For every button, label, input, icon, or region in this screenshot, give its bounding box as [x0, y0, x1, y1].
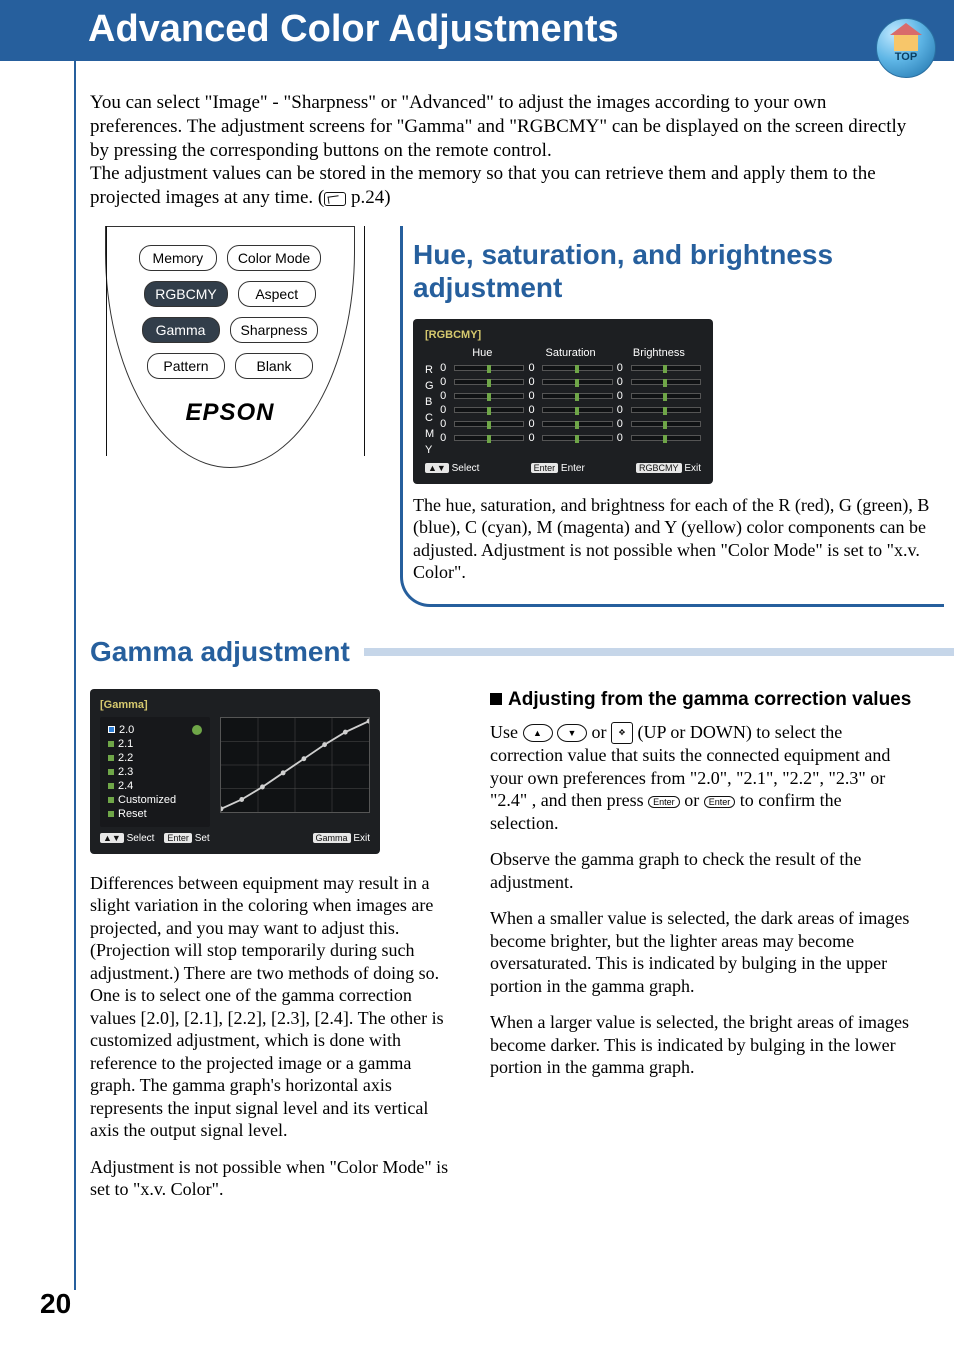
- gamma-osd-title: [Gamma]: [100, 699, 370, 711]
- rgbcmy-osd-title: [RGBCMY]: [425, 329, 701, 341]
- osd-col-bri: Brightness 0 0 0 0 0 0: [617, 347, 701, 457]
- home-icon: [894, 33, 918, 51]
- down-oval-icon: ▼: [557, 724, 587, 742]
- gamma-right-p3: When a smaller value is selected, the da…: [490, 907, 914, 997]
- gamma-osd-list: 2.0 2.1 2.2 2.3 2.4 Customized Reset: [100, 717, 210, 827]
- hue-text: The hue, saturation, and brightness for …: [413, 494, 938, 584]
- rgbcmy-osd: [RGBCMY] R G B C M Y Hue: [413, 319, 713, 484]
- gamma-osd-footer: ▲▼ Select Enter Set Gamma Exit: [100, 833, 370, 844]
- remote-btn-gamma: Gamma: [142, 317, 220, 343]
- gamma-section-title: Gamma adjustment: [90, 635, 350, 669]
- gamma-osd: [Gamma] 2.0 2.1 2.2 2.3 2.4 Customized R…: [90, 689, 380, 854]
- remote-btn-colormode: Color Mode: [227, 245, 321, 271]
- gamma-right-p1: Use ▲ ▼ or ✥ (UP or DOWN) to select the …: [490, 721, 914, 835]
- enter-key-icon-2: Enter: [704, 796, 736, 808]
- page-title: Advanced Color Adjustments: [0, 0, 954, 61]
- remote-illustration: Memory Color Mode RGBCMY Aspect Gamma Sh…: [90, 226, 370, 607]
- osd-col-sat: Saturation 0 0 0 0 0 0: [528, 347, 612, 457]
- joystick-icon: ✥: [611, 722, 633, 744]
- enter-key-icon: Enter: [648, 796, 680, 808]
- page-ref-icon: [324, 192, 346, 206]
- remote-btn-blank: Blank: [235, 353, 313, 379]
- intro-paragraph: You can select "Image" - "Sharpness" or …: [90, 91, 914, 210]
- gamma-para-1b: Adjustment is not possible when "Color M…: [90, 1156, 450, 1201]
- osd-col-hue: Hue 0 0 0 0 0 0: [440, 347, 524, 457]
- remote-btn-rgbcmy: RGBCMY: [144, 281, 227, 307]
- remote-btn-memory: Memory: [139, 245, 217, 271]
- gamma-right-p4: When a larger value is selected, the bri…: [490, 1011, 914, 1079]
- hue-section: Hue, saturation, and brightness adjustme…: [400, 226, 944, 607]
- rgbcmy-osd-footer: ▲▼ Select Enter Enter RGBCMY Exit: [425, 463, 701, 474]
- gamma-head-rule: [364, 648, 954, 656]
- up-oval-icon: ▲: [523, 724, 553, 742]
- gamma-right-p2: Observe the gamma graph to check the res…: [490, 848, 914, 893]
- top-icon-label: TOP: [895, 51, 917, 63]
- gamma-subhead: Adjusting from the gamma correction valu…: [490, 689, 914, 711]
- remote-btn-aspect: Aspect: [238, 281, 316, 307]
- remote-btn-pattern: Pattern: [147, 353, 225, 379]
- left-margin-rule: [74, 60, 76, 1290]
- epson-logo: EPSON: [185, 399, 274, 427]
- rgbcmy-row-labels: R G B C M Y: [425, 347, 434, 457]
- hue-section-title: Hue, saturation, and brightness adjustme…: [413, 238, 938, 305]
- page-number: 20: [40, 1288, 71, 1320]
- top-nav-icon[interactable]: TOP: [876, 18, 936, 78]
- remote-btn-sharpness: Sharpness: [230, 317, 319, 343]
- gamma-para-1: Differences between equipment may result…: [90, 872, 450, 1142]
- gamma-graph-icon: [220, 717, 370, 813]
- square-bullet-icon: [490, 693, 502, 705]
